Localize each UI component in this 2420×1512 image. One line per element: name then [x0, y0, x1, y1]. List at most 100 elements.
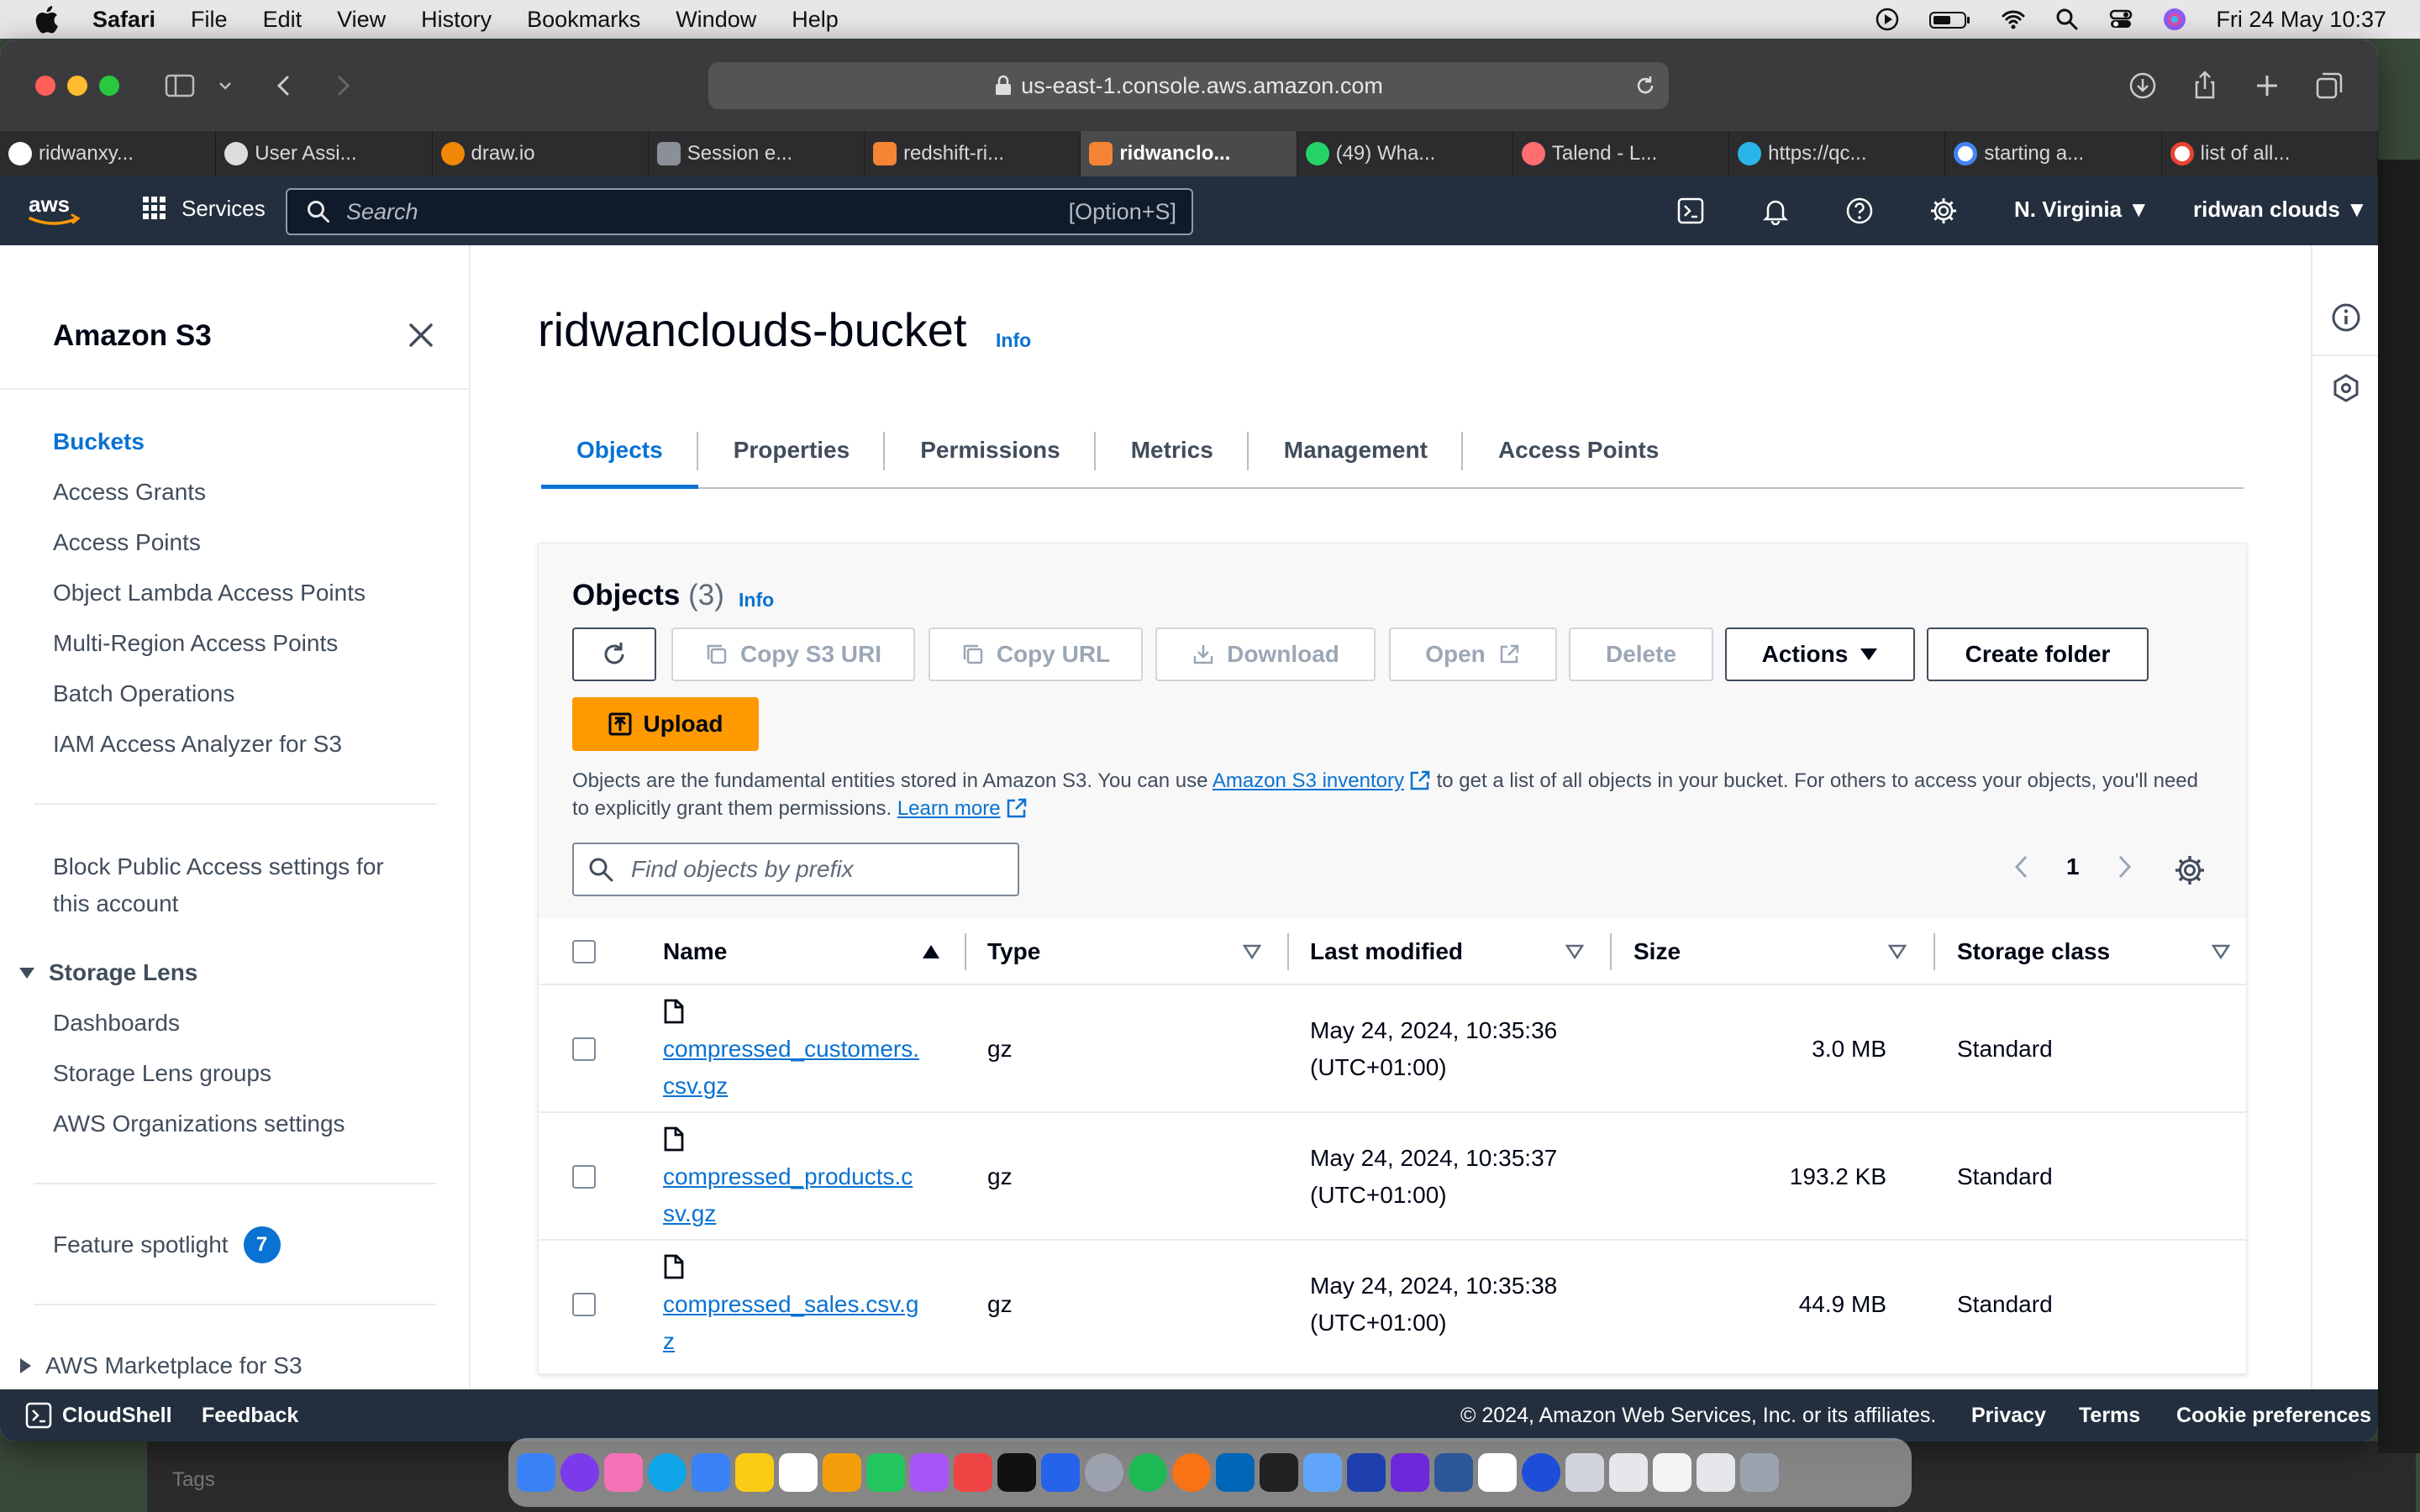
word-icon[interactable] — [1434, 1453, 1473, 1492]
menu-view[interactable]: View — [337, 7, 386, 33]
document-icon[interactable] — [1478, 1453, 1517, 1492]
object-name-link[interactable]: compressed_sales.csv.g z — [663, 1286, 923, 1360]
share-icon[interactable] — [2188, 69, 2222, 102]
firefox-icon[interactable] — [1172, 1453, 1211, 1492]
table-preferences-gear-icon[interactable] — [2174, 854, 2206, 886]
select-all-checkbox[interactable] — [572, 940, 596, 963]
object-name-link[interactable]: compressed_products.c sv.gz — [663, 1158, 923, 1232]
browser-tab[interactable]: Talend - L... — [1513, 131, 1730, 176]
menu-window[interactable]: Window — [676, 7, 756, 33]
column-divider[interactable] — [1287, 933, 1289, 970]
aws-logo-icon[interactable]: aws — [27, 192, 84, 228]
column-header-type[interactable]: Type — [987, 918, 1270, 985]
browser-tab[interactable]: redshift-ri... — [865, 131, 1081, 176]
s3-inventory-link[interactable]: Amazon S3 inventory — [1213, 769, 1404, 792]
browser-tab[interactable]: draw.io — [433, 131, 649, 176]
region-selector[interactable]: N. Virginia ▼ — [2014, 197, 2149, 223]
siri-dock-icon[interactable] — [560, 1453, 599, 1492]
menu-file[interactable]: File — [191, 7, 228, 33]
cloudshell-icon[interactable] — [25, 1402, 52, 1429]
folder-stack-icon[interactable] — [1565, 1453, 1604, 1492]
account-menu[interactable]: ridwan clouds ▼ — [2193, 197, 2368, 223]
info-link[interactable]: Info — [996, 329, 1031, 352]
sidebar-item-feature-spotlight[interactable]: Feature spotlight 7 — [53, 1226, 281, 1263]
cloudshell-link[interactable]: CloudShell — [62, 1404, 172, 1428]
apple-icon[interactable] — [34, 5, 59, 34]
spotify-icon[interactable] — [1128, 1453, 1167, 1492]
browser-tab[interactable]: list of all... — [2162, 131, 2378, 176]
photos-icon[interactable] — [823, 1453, 861, 1492]
spotlight-search-icon[interactable] — [2054, 7, 2080, 32]
notifications-bell-icon[interactable] — [1761, 197, 1790, 225]
page-number[interactable]: 1 — [2066, 853, 2080, 880]
copy-url-button[interactable]: Copy URL — [929, 627, 1143, 681]
browser-tab[interactable]: User Assi... — [216, 131, 433, 176]
folder-stack-icon[interactable] — [1609, 1453, 1648, 1492]
object-prefix-search-input[interactable]: Find objects by prefix — [572, 843, 1019, 896]
menu-clock[interactable]: Fri 24 May 10:37 — [2216, 7, 2386, 33]
mail-icon[interactable] — [692, 1453, 730, 1492]
feedback-link[interactable]: Feedback — [202, 1404, 298, 1428]
sidebar-item-dashboards[interactable]: Dashboards — [53, 1010, 180, 1037]
address-bar[interactable]: us-east-1.console.aws.amazon.com — [708, 62, 1669, 109]
column-header-storage-class[interactable]: Storage class — [1957, 918, 2239, 985]
sidebar-item-aws-organizations[interactable]: AWS Organizations settings — [53, 1110, 345, 1137]
trash-icon[interactable] — [1740, 1453, 1779, 1492]
sidebar-item-storage-lens-groups[interactable]: Storage Lens groups — [53, 1060, 271, 1087]
window-zoom-button[interactable] — [99, 76, 119, 96]
sort-icon[interactable] — [1565, 944, 1584, 959]
refresh-button[interactable] — [572, 627, 656, 681]
sidebar-item-iam-access-analyzer[interactable]: IAM Access Analyzer for S3 — [53, 731, 342, 758]
column-header-last-modified[interactable]: Last modified — [1310, 918, 1592, 985]
help-icon[interactable] — [1845, 197, 1874, 225]
hexagon-settings-icon[interactable] — [2331, 373, 2361, 403]
window-close-button[interactable] — [35, 76, 55, 96]
info-link[interactable]: Info — [739, 589, 774, 612]
browser-tab[interactable]: ridwanxy... — [0, 131, 217, 176]
cookie-preferences-link[interactable]: Cookie preferences — [2176, 1404, 2371, 1428]
upload-button[interactable]: Upload — [572, 697, 759, 751]
menu-edit[interactable]: Edit — [263, 7, 302, 33]
sidebar-item-access-grants[interactable]: Access Grants — [53, 479, 206, 506]
vscode-icon[interactable] — [1216, 1453, 1255, 1492]
finder-icon[interactable] — [517, 1453, 555, 1492]
sidebar-item-batch-operations[interactable]: Batch Operations — [53, 680, 234, 707]
download-button[interactable]: Download — [1155, 627, 1376, 681]
system-settings-icon[interactable] — [1085, 1453, 1123, 1492]
wifi-icon[interactable] — [2001, 7, 2026, 32]
reload-icon[interactable] — [1634, 74, 1657, 97]
menu-help[interactable]: Help — [792, 7, 839, 33]
column-divider[interactable] — [1933, 933, 1935, 970]
tab-management[interactable]: Management — [1249, 413, 1463, 487]
sidebar-item-object-lambda[interactable]: Object Lambda Access Points — [53, 580, 366, 606]
siri-icon[interactable] — [2162, 7, 2187, 32]
close-icon[interactable] — [407, 321, 435, 349]
menu-app-name[interactable]: Safari — [92, 7, 155, 33]
podcasts-icon[interactable] — [910, 1453, 949, 1492]
folder-stack-icon[interactable] — [1653, 1453, 1691, 1492]
row-checkbox[interactable] — [572, 1165, 596, 1189]
row-checkbox[interactable] — [572, 1037, 596, 1061]
browser-tab[interactable]: starting a... — [1945, 131, 2162, 176]
github-desktop-icon[interactable] — [1391, 1453, 1429, 1492]
info-circle-icon[interactable] — [2331, 302, 2361, 333]
play-circle-icon[interactable] — [1875, 7, 1900, 32]
apple-tv-icon[interactable] — [997, 1453, 1036, 1492]
sidebar-toggle-icon[interactable] — [163, 69, 197, 102]
chevron-right-icon[interactable] — [2113, 853, 2135, 881]
terminal-icon[interactable] — [1260, 1453, 1298, 1492]
sidebar-section-marketplace[interactable]: AWS Marketplace for S3 — [18, 1352, 302, 1379]
tab-objects[interactable]: Objects — [541, 413, 698, 489]
sidebar-item-multi-region[interactable]: Multi-Region Access Points — [53, 630, 338, 657]
new-tab-icon[interactable] — [2250, 69, 2284, 102]
forward-arrow-icon[interactable] — [326, 69, 360, 102]
sidebar-section-storage-lens[interactable]: Storage Lens — [18, 959, 197, 986]
launchpad-icon[interactable] — [604, 1453, 643, 1492]
column-divider[interactable] — [965, 933, 966, 970]
row-checkbox[interactable] — [572, 1293, 596, 1316]
sidebar-item-buckets[interactable]: Buckets — [53, 428, 145, 455]
copy-s3-uri-button[interactable]: Copy S3 URI — [671, 627, 915, 681]
facetime-icon[interactable] — [866, 1453, 905, 1492]
learn-more-link[interactable]: Learn more — [897, 797, 1001, 820]
globe-icon[interactable] — [1522, 1453, 1560, 1492]
